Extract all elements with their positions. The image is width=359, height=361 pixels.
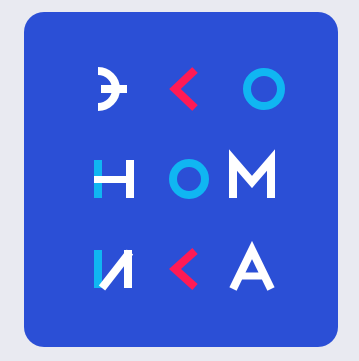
logo-letter-k-chevron-red [169,67,198,111]
page [0,0,359,361]
logo-letter-e-reversed [97,67,127,111]
logo-letter-i [94,249,134,291]
logo-letter-m [229,149,275,198]
logo-letter-o-cyan-middle [169,159,209,199]
logo-letter-a [229,240,275,291]
logo-letter-k-chevron-red-bottom [169,248,198,290]
logo-mark [94,67,285,291]
logo-letter-o-cyan [243,68,285,110]
ekonomika-logo [24,12,338,347]
logo-letter-n [94,160,134,198]
